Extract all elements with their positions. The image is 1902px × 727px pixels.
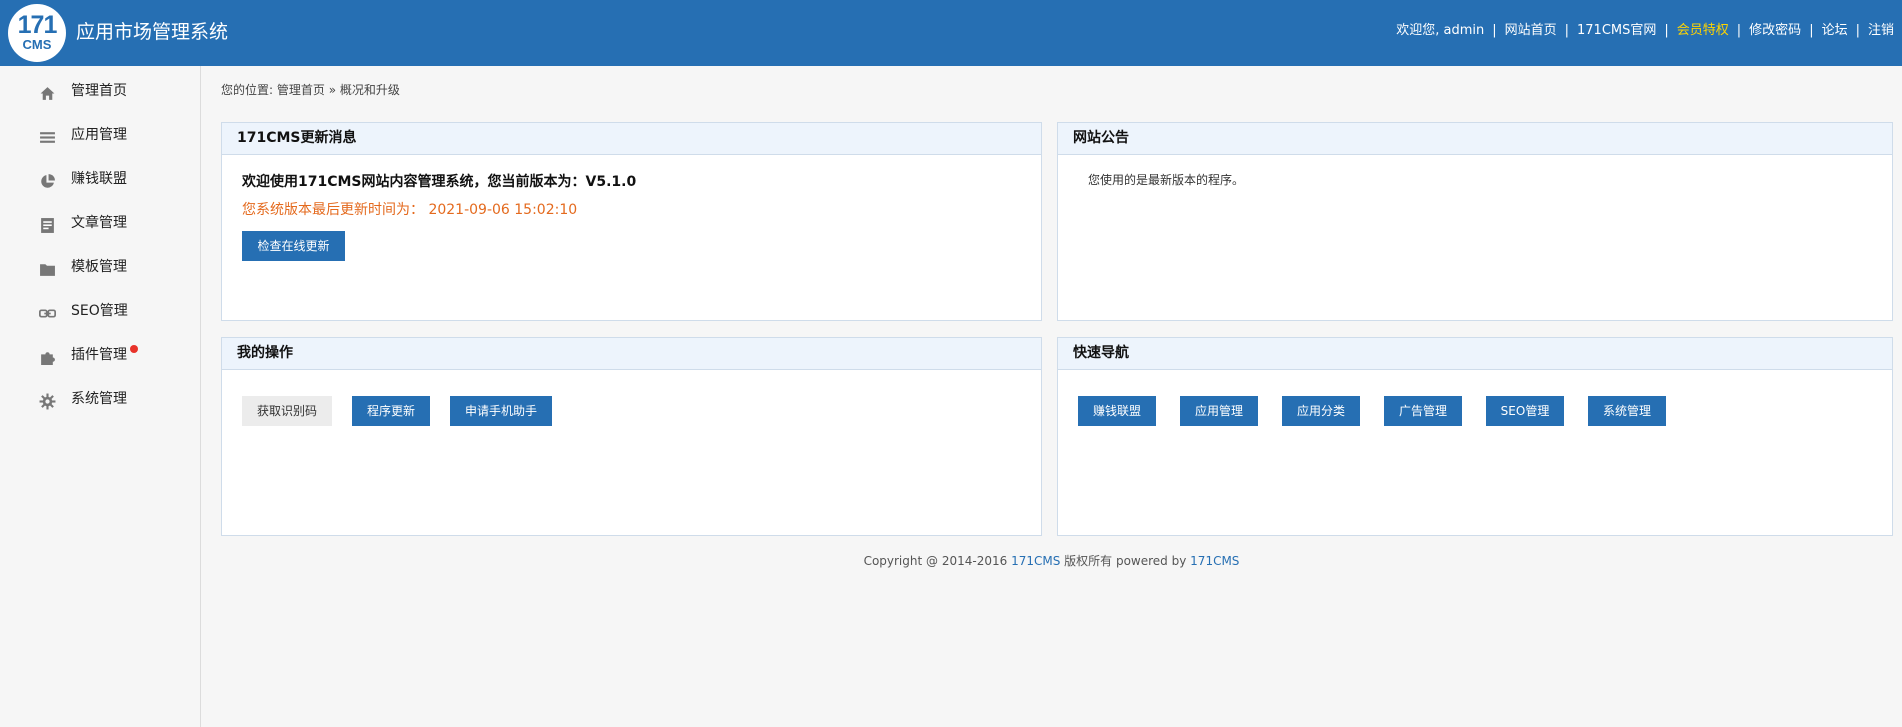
quick-nav-ads-button[interactable]: 广告管理 (1384, 396, 1462, 426)
top-header: 171 CMS 应用市场管理系统 欢迎您, admin | 网站首页 | 171CMS官… (0, 0, 1902, 66)
quick-nav-system-button[interactable]: 系统管理 (1588, 396, 1666, 426)
sidebar-item-earn[interactable]: 赚钱联盟 (0, 164, 200, 194)
program-update-button[interactable]: 程序更新 (352, 396, 430, 426)
panel-title: 网站公告 (1058, 123, 1892, 155)
nav-separator: | (1809, 23, 1814, 38)
puzzle-icon (39, 347, 56, 365)
sidebar-item-home[interactable]: 管理首页 (0, 76, 200, 106)
sidebar-item-templates[interactable]: 模板管理 (0, 252, 200, 282)
panel-title: 171CMS更新消息 (222, 123, 1041, 155)
folder-icon (39, 259, 56, 276)
quick-nav-apps-button[interactable]: 应用管理 (1180, 396, 1258, 426)
quick-nav-seo-button[interactable]: SEO管理 (1486, 396, 1564, 426)
nav-forum[interactable]: 论坛 (1822, 23, 1848, 38)
sidebar-item-apps[interactable]: 应用管理 (0, 120, 200, 150)
footer: Copyright @ 2014-2016 171CMS 版权所有 powere… (201, 552, 1902, 569)
link-icon (39, 303, 56, 320)
top-nav: 欢迎您, admin | 网站首页 | 171CMS官网 | 会员特权 | 修改密码 | 论坛 | 注销 (1396, 22, 1894, 40)
sidebar: 管理首页 应用管理 赚钱联盟 文章管理 模板管理 SEO管理 插件管理 系统管理 (0, 66, 201, 727)
panel-title: 我的操作 (222, 338, 1041, 370)
nav-separator: | (1664, 23, 1669, 38)
menu-lines-icon (39, 127, 56, 144)
logo-number: 171 (17, 11, 58, 39)
sidebar-item-label: SEO管理 (71, 303, 128, 319)
footer-copyright: Copyright @ 2014-2016 (863, 554, 1008, 568)
nav-logout[interactable]: 注销 (1868, 23, 1894, 38)
mobile-assistant-button[interactable]: 申请手机助手 (450, 396, 552, 426)
breadcrumb-home-link[interactable]: 管理首页 (277, 83, 325, 97)
footer-brand-link[interactable]: 171CMS (1011, 554, 1060, 568)
nav-separator: | (1736, 23, 1742, 38)
sidebar-item-label: 管理首页 (71, 83, 127, 99)
nav-official-site[interactable]: 171CMS官网 (1577, 23, 1656, 38)
app-title: 应用市场管理系统 (76, 21, 229, 43)
nav-separator: | (1564, 23, 1570, 38)
quick-nav-panel: 快速导航 赚钱联盟 应用管理 应用分类 广告管理 SEO管理 系统管理 (1057, 337, 1893, 536)
nav-site-home[interactable]: 网站首页 (1505, 23, 1557, 38)
my-operations-panel: 我的操作 获取识别码 程序更新 申请手机助手 (221, 337, 1042, 536)
sidebar-item-label: 模板管理 (71, 259, 127, 275)
check-update-button[interactable]: 检查在线更新 (242, 231, 345, 261)
get-code-button[interactable]: 获取识别码 (242, 396, 332, 426)
document-icon (39, 215, 56, 233)
sidebar-item-label: 应用管理 (71, 127, 127, 143)
sidebar-item-seo[interactable]: SEO管理 (0, 296, 200, 326)
notice-text: 您使用的是最新版本的程序。 (1088, 173, 1245, 187)
gear-icon (39, 391, 56, 410)
quick-nav-categories-button[interactable]: 应用分类 (1282, 396, 1360, 426)
nav-separator: | (1855, 23, 1860, 38)
footer-rights: 版权所有 powered by (1064, 554, 1187, 568)
breadcrumb-current: 概况和升级 (339, 83, 400, 97)
notice-panel: 网站公告 您使用的是最新版本的程序。 (1057, 122, 1893, 321)
version-message: 欢迎使用171CMS网站内容管理系统，您当前版本为：V5.1.0 (242, 174, 637, 190)
nav-separator: | (1492, 23, 1497, 38)
sidebar-item-label: 系统管理 (71, 391, 127, 407)
sidebar-item-plugins[interactable]: 插件管理 (0, 340, 200, 370)
nav-change-password[interactable]: 修改密码 (1749, 23, 1801, 38)
welcome-user: 欢迎您, admin (1396, 23, 1485, 38)
panel-title: 快速导航 (1058, 338, 1892, 370)
pie-chart-icon (39, 171, 56, 188)
logo-text: CMS (22, 37, 52, 52)
sidebar-item-system[interactable]: 系统管理 (0, 384, 200, 414)
last-update-time: 您系统版本最后更新时间为： 2021-09-06 15:02:10 (242, 202, 578, 218)
sidebar-item-label: 文章管理 (71, 215, 127, 231)
breadcrumb-separator: » (328, 83, 337, 97)
logo[interactable]: 171 CMS (8, 4, 66, 62)
breadcrumb: 您的位置: 管理首页 » 概况和升级 (221, 82, 400, 98)
home-icon (39, 83, 56, 100)
quick-nav-earn-button[interactable]: 赚钱联盟 (1078, 396, 1156, 426)
sidebar-item-articles[interactable]: 文章管理 (0, 208, 200, 238)
sidebar-item-label: 赚钱联盟 (71, 171, 127, 187)
notification-badge (130, 345, 138, 353)
breadcrumb-prefix: 您的位置: (221, 83, 274, 97)
nav-vip[interactable]: 会员特权 (1677, 23, 1729, 38)
update-panel: 171CMS更新消息 欢迎使用171CMS网站内容管理系统，您当前版本为：V5.… (221, 122, 1042, 321)
footer-powered-link[interactable]: 171CMS (1190, 554, 1239, 568)
sidebar-item-label: 插件管理 (71, 347, 127, 363)
